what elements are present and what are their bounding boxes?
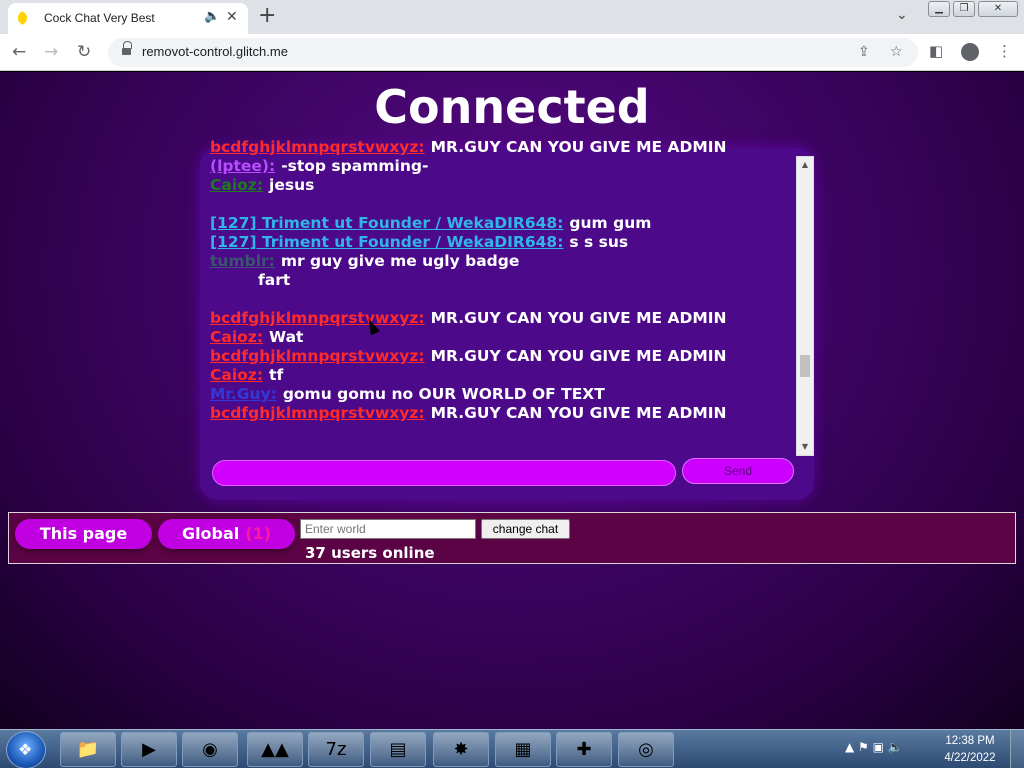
- media-player-icon[interactable]: ▶: [121, 732, 177, 767]
- change-chat-button[interactable]: change chat: [481, 519, 570, 539]
- global-unread-count: (1): [245, 524, 272, 543]
- message-text: s s sus: [569, 233, 629, 251]
- chat-message: Mr.Guy: gomu gomu no OUR WORLD OF TEXT: [210, 385, 794, 404]
- message-text: jesus: [269, 176, 315, 194]
- media-center-icon[interactable]: ◎: [618, 732, 674, 767]
- new-tab-button[interactable]: +: [258, 4, 276, 28]
- message-username[interactable]: Mr.Guy:: [210, 385, 277, 403]
- message-text: -stop spamming-: [281, 157, 429, 175]
- chrome-icon[interactable]: ◉: [182, 732, 238, 767]
- message-username[interactable]: Caioz:: [210, 366, 263, 384]
- windows-taskbar: ❖ 📁 ▶ ◉ ▲▲ 7z ▤ ✸ ▦ ✚ ◎ ▲ ⚑ ▣ 🔈 12:38 PM…: [0, 729, 1024, 768]
- message-username[interactable]: (lptee):: [210, 157, 275, 175]
- chat-message: tumblr: mr guy give me ugly badge: [210, 252, 794, 271]
- message-text: mr guy give me ugly badge: [280, 252, 520, 270]
- chat-message: bcdfghjklmnpqrstvwxyz: MR.GUY CAN YOU GIV…: [210, 309, 794, 328]
- moon-favicon-icon: [18, 11, 32, 25]
- speaker-icon[interactable]: 🔈: [204, 9, 220, 24]
- joystick-icon[interactable]: ✚: [556, 732, 612, 767]
- chat-message: bcdfghjklmnpqrstvwxyz: MR.GUY CAN YOU GIV…: [210, 347, 794, 366]
- world-input[interactable]: Enter world: [300, 519, 476, 539]
- chat-message: fart: [210, 271, 794, 290]
- this-page-button[interactable]: This page: [15, 519, 152, 549]
- scroll-down-arrow-icon[interactable]: ▼: [797, 439, 813, 455]
- bookmark-star-icon[interactable]: ☆: [890, 44, 903, 60]
- chat-panel: bcdfghjklmnpqrstvwxyz: MR.GUY CAN YOU GIV…: [200, 138, 814, 500]
- show-desktop-button[interactable]: [1010, 730, 1024, 768]
- chat-controls-bar: This page Global (1) Enter world change c…: [8, 512, 1016, 564]
- message-username[interactable]: bcdfghjklmnpqrstvwxyz:: [210, 404, 425, 422]
- send-button[interactable]: Send: [682, 458, 794, 484]
- chat-message: [210, 195, 794, 214]
- message-text: MR.GUY CAN YOU GIVE ME ADMIN: [430, 138, 727, 156]
- clock[interactable]: 12:38 PM 4/22/2022: [940, 733, 1000, 767]
- chat-message: Caioz: Wat: [210, 328, 794, 347]
- message-username[interactable]: bcdfghjklmnpqrstvwxyz:: [210, 309, 425, 327]
- users-online-count: 37 users online: [305, 544, 435, 562]
- address-bar[interactable]: removot-control.glitch.me ⇪ ☆: [108, 38, 918, 67]
- clock-date: 4/22/2022: [944, 752, 996, 764]
- page-body: Connected bcdfghjklmnpqrstvwxyz: MR.GUY C…: [0, 72, 1024, 729]
- message-input[interactable]: [212, 460, 676, 486]
- tab-strip: Cock Chat Very Best 🔈 ✕ + ⌄ ▁ ❐ ✕: [0, 0, 1024, 34]
- app-triangles-icon[interactable]: ▲▲: [247, 732, 303, 767]
- filezilla-icon[interactable]: ▤: [370, 732, 426, 767]
- tab-search-icon[interactable]: ⌄: [896, 7, 908, 23]
- scroll-up-arrow-icon[interactable]: ▲: [797, 157, 813, 173]
- windows-logo-icon: ❖: [18, 740, 33, 759]
- 7zip-icon[interactable]: 7z: [308, 732, 364, 767]
- close-window-button[interactable]: ✕: [978, 1, 1018, 17]
- message-text: MR.GUY CAN YOU GIVE ME ADMIN: [430, 347, 727, 365]
- forward-arrow-icon[interactable]: →: [44, 42, 58, 62]
- chat-scrollbar[interactable]: ▲ ▼: [796, 156, 814, 456]
- chat-message: bcdfghjklmnpqrstvwxyz: MR.GUY CAN YOU GIV…: [210, 138, 794, 157]
- message-text: MR.GUY CAN YOU GIVE ME ADMIN: [430, 404, 727, 422]
- menu-kebab-icon[interactable]: ⋮: [997, 42, 1012, 60]
- game-icon[interactable]: ✸: [433, 732, 489, 767]
- message-text: gomu gomu no OUR WORLD OF TEXT: [282, 385, 605, 403]
- message-text: MR.GUY CAN YOU GIVE ME ADMIN: [430, 309, 727, 327]
- clock-time: 12:38 PM: [945, 735, 995, 747]
- browser-tab[interactable]: Cock Chat Very Best 🔈 ✕: [8, 3, 248, 34]
- profile-avatar-icon[interactable]: [961, 43, 979, 61]
- maximize-button[interactable]: ❐: [953, 1, 975, 17]
- browser-toolbar: ← → ↻ removot-control.glitch.me ⇪ ☆ ◧ ⋮: [0, 34, 1024, 71]
- back-arrow-icon[interactable]: ←: [12, 42, 26, 62]
- chat-message: bcdfghjklmnpqrstvwxyz: MR.GUY CAN YOU GIV…: [210, 404, 794, 423]
- reload-icon[interactable]: ↻: [77, 42, 91, 62]
- message-text: Wat: [269, 328, 304, 346]
- chat-message: Caioz: jesus: [210, 176, 794, 195]
- message-list[interactable]: bcdfghjklmnpqrstvwxyz: MR.GUY CAN YOU GIV…: [210, 138, 794, 450]
- archive-icon[interactable]: ▦: [495, 732, 551, 767]
- message-username[interactable]: bcdfghjklmnpqrstvwxyz:: [210, 347, 425, 365]
- message-username[interactable]: [127] Triment ut Founder / WekaDIR648:: [210, 233, 563, 251]
- global-label: Global: [181, 524, 240, 543]
- message-text: fart: [258, 271, 291, 289]
- message-text: tf: [269, 366, 284, 384]
- message-username[interactable]: tumblr:: [210, 252, 275, 270]
- global-button[interactable]: Global (1): [158, 519, 295, 549]
- minimize-button[interactable]: ▁: [928, 1, 950, 17]
- scrollbar-thumb[interactable]: [800, 355, 810, 377]
- url-text[interactable]: removot-control.glitch.me: [142, 44, 288, 59]
- start-button[interactable]: ❖: [6, 731, 46, 768]
- chat-message: Caioz: tf: [210, 366, 794, 385]
- side-panel-icon[interactable]: ◧: [929, 42, 943, 60]
- share-icon[interactable]: ⇪: [858, 44, 870, 60]
- explorer-icon[interactable]: 📁: [60, 732, 116, 767]
- chat-message: [210, 290, 794, 309]
- message-username[interactable]: Caioz:: [210, 328, 263, 346]
- message-username[interactable]: bcdfghjklmnpqrstvwxyz:: [210, 138, 425, 156]
- chat-message: [127] Triment ut Founder / WekaDIR648: gu…: [210, 214, 794, 233]
- message-username[interactable]: Caioz:: [210, 176, 263, 194]
- chat-message: (lptee): -stop spamming-: [210, 157, 794, 176]
- tab-title: Cock Chat Very Best: [44, 11, 155, 25]
- lock-icon[interactable]: [122, 41, 132, 56]
- close-tab-icon[interactable]: ✕: [226, 9, 238, 25]
- message-text: gum gum: [569, 214, 652, 232]
- message-username[interactable]: [127] Triment ut Founder / WekaDIR648:: [210, 214, 563, 232]
- page-title: Connected: [374, 80, 650, 134]
- chat-message: [127] Triment ut Founder / WekaDIR648: s …: [210, 233, 794, 252]
- system-tray-icons[interactable]: ▲ ⚑ ▣ 🔈: [845, 740, 903, 754]
